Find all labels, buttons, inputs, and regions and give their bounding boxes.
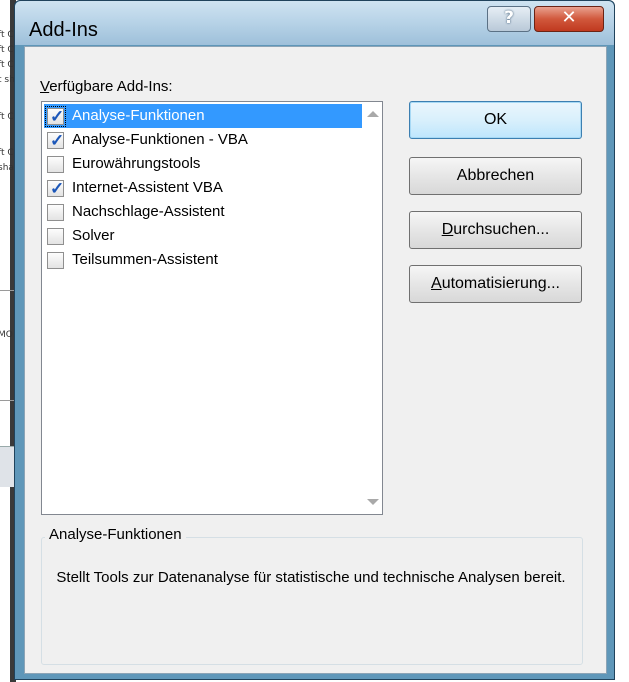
background-text: ft C [0,148,14,158]
addin-checkbox[interactable] [47,252,64,269]
addins-listbox[interactable]: ✓ Analyse-Funktionen ✓ Analyse-Funktionen -… [41,101,383,515]
background-text: ft C [0,30,14,40]
label-mnemonic: V [40,78,50,95]
browse-button[interactable]: Durchsuchen... [409,211,582,249]
automation-label: utomatisierung... [441,275,560,292]
title-bar[interactable]: Add-Ins ? ✕ [15,1,614,45]
automation-button[interactable]: Automatisierung... [409,265,582,303]
description-title: Analyse-Funktionen [45,526,186,543]
addin-item[interactable]: ✓ Analyse-Funktionen [44,104,362,128]
checkmark-icon: ✓ [50,131,65,150]
addin-label: Solver [72,227,115,244]
scroll-down-arrow-icon[interactable] [367,499,379,505]
addin-item[interactable]: ✓ Analyse-Funktionen - VBA [44,128,362,152]
addin-item[interactable]: ✓ Internet-Assistent VBA [44,176,362,200]
addin-label: Internet-Assistent VBA [72,179,223,196]
close-icon: ✕ [561,7,577,28]
addin-label: Nachschlage-Assistent [72,203,225,220]
browse-mnemonic: D [441,221,454,238]
addin-item[interactable]: Nachschlage-Assistent [44,200,362,224]
addin-label: Teilsummen-Assistent [72,251,218,268]
add-ins-dialog: Add-Ins ? ✕ Verfügbare Add-Ins: ✓ Analyse… [14,0,615,680]
available-addins-label: Verfügbare Add-Ins: [40,78,173,95]
ok-button[interactable]: OK [409,101,582,139]
background-text: ft C [0,112,14,122]
close-button[interactable]: ✕ [534,6,604,32]
browse-label: urchsuchen... [453,221,550,238]
label-text: erfügbare Add-Ins: [49,78,173,95]
checkmark-icon: ✓ [50,179,65,198]
cancel-button[interactable]: Abbrechen [409,157,582,195]
background-text: MO [0,330,13,340]
help-icon: ? [504,8,514,28]
dialog-title: Add-Ins [29,19,98,41]
scroll-up-arrow-icon[interactable] [367,111,379,117]
description-groupbox [41,537,583,665]
background-text: ft C [0,60,14,70]
addin-label: Analyse-Funktionen - VBA [72,131,248,148]
listbox-scrollbar[interactable] [364,102,382,514]
addin-item[interactable]: Teilsummen-Assistent [44,248,362,272]
background-text: sha [0,163,14,173]
addin-checkbox[interactable]: ✓ [47,131,64,150]
addin-checkbox[interactable] [47,204,64,221]
checkmark-icon: ✓ [50,107,65,126]
addin-label: Analyse-Funktionen [72,107,205,124]
help-button[interactable]: ? [487,6,531,32]
addin-item[interactable]: Solver [44,224,362,248]
addin-checkbox[interactable]: ✓ [47,179,64,198]
addin-label: Eurowährungstools [72,155,201,172]
addin-checkbox[interactable] [47,228,64,245]
background-text: t sh [0,75,15,85]
addin-checkbox[interactable]: ✓ [45,106,66,127]
addins-list: ✓ Analyse-Funktionen ✓ Analyse-Funktionen -… [44,104,362,272]
dialog-client-area: Verfügbare Add-Ins: ✓ Analyse-Funktionen ✓… [24,46,607,674]
addin-checkbox[interactable] [47,156,64,173]
addin-item[interactable]: Eurowährungstools [44,152,362,176]
background-text: ft C [0,45,14,55]
automation-mnemonic: A [431,275,442,292]
description-text: Stellt Tools zur Datenanalyse für statis… [56,569,566,586]
